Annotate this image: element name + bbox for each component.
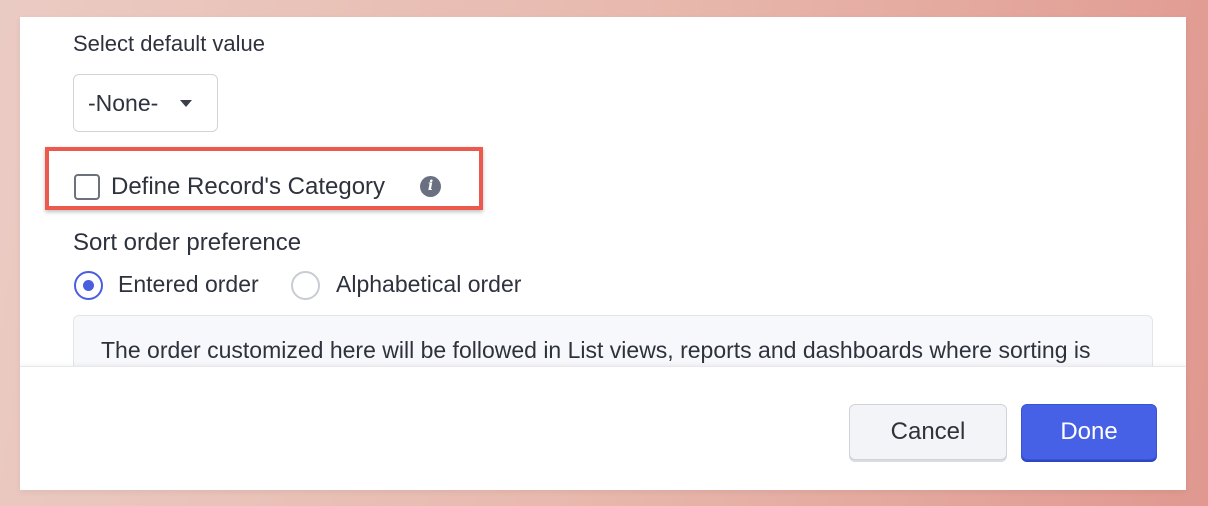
dialog-footer: Cancel Done [20, 366, 1186, 490]
sort-info-note: The order customized here will be follow… [73, 315, 1153, 366]
dialog-body[interactable]: Select default value -None- Define Recor… [20, 17, 1186, 366]
radio-alphabetical-order[interactable] [291, 271, 320, 300]
define-record-category-checkbox[interactable] [74, 174, 100, 200]
define-record-category-label[interactable]: Define Record's Category [111, 173, 385, 201]
caret-down-icon [180, 100, 192, 107]
radio-entered-order-label[interactable]: Entered order [118, 271, 259, 298]
radio-entered-order[interactable] [74, 271, 103, 300]
default-value-selected: -None- [88, 90, 159, 116]
radio-alphabetical-order-label[interactable]: Alphabetical order [336, 271, 521, 298]
default-value-label: Select default value [73, 31, 266, 56]
done-button[interactable]: Done [1021, 404, 1157, 460]
sort-info-note-text: The order customized here will be follow… [101, 337, 1091, 363]
sort-order-heading: Sort order preference [73, 229, 302, 256]
picklist-properties-dialog: Select default value -None- Define Recor… [20, 17, 1186, 490]
cancel-button[interactable]: Cancel [849, 404, 1007, 460]
default-value-select[interactable]: -None- [73, 74, 218, 132]
info-icon[interactable]: i [420, 176, 441, 197]
